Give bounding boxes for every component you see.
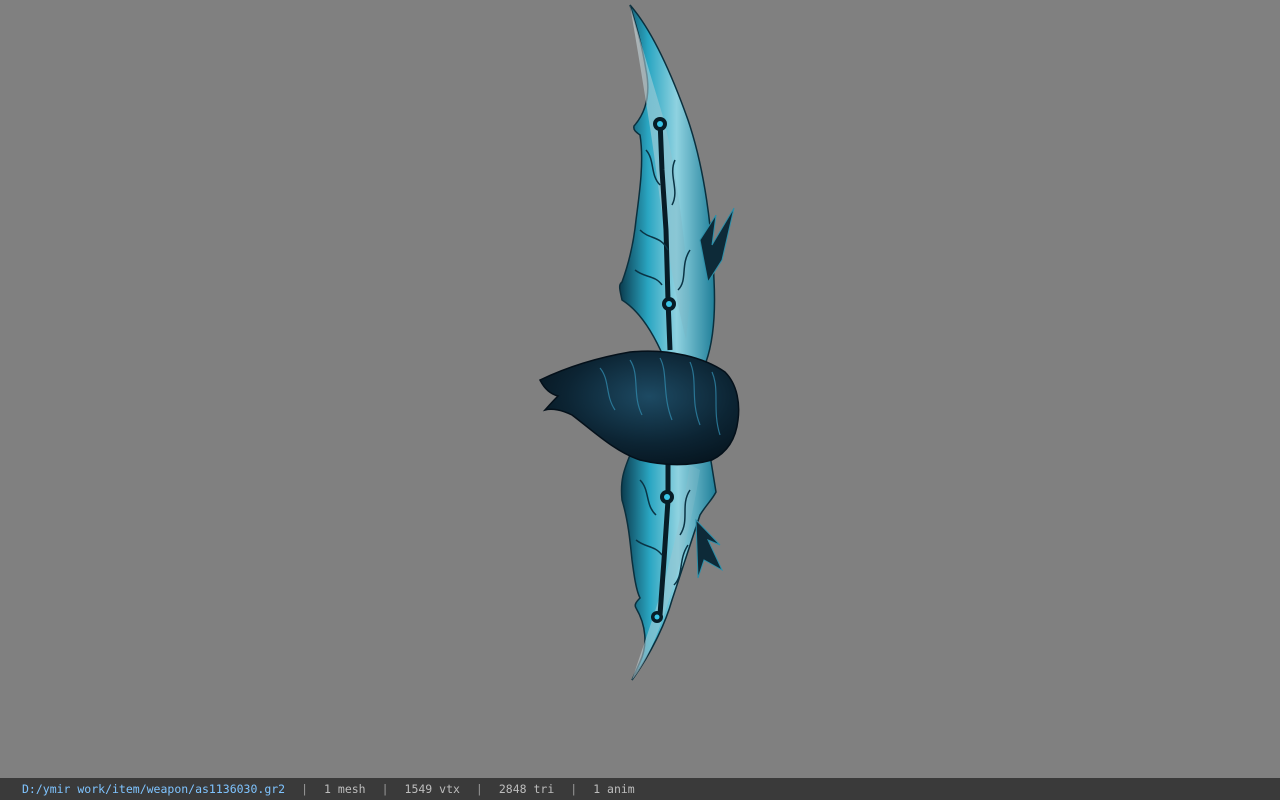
weapon-model[interactable] xyxy=(0,0,1280,778)
status-separator: | xyxy=(475,782,483,796)
status-separator: | xyxy=(381,782,389,796)
mesh-count-label: 1 mesh xyxy=(324,782,366,796)
3d-viewport[interactable] xyxy=(0,0,1280,778)
anim-count-label: 1 anim xyxy=(593,782,635,796)
status-bar: D:/ymir work/item/weapon/as1136030.gr2 |… xyxy=(0,778,1280,800)
vertex-count-label: 1549 vtx xyxy=(404,782,460,796)
weapon-handle xyxy=(538,350,740,466)
lower-blade xyxy=(620,454,724,681)
triangle-count-label: 2848 tri xyxy=(498,782,555,796)
file-path-label: D:/ymir work/item/weapon/as1136030.gr2 xyxy=(22,782,286,796)
status-separator: | xyxy=(570,782,578,796)
upper-blade xyxy=(618,4,735,363)
status-separator: | xyxy=(301,782,309,796)
